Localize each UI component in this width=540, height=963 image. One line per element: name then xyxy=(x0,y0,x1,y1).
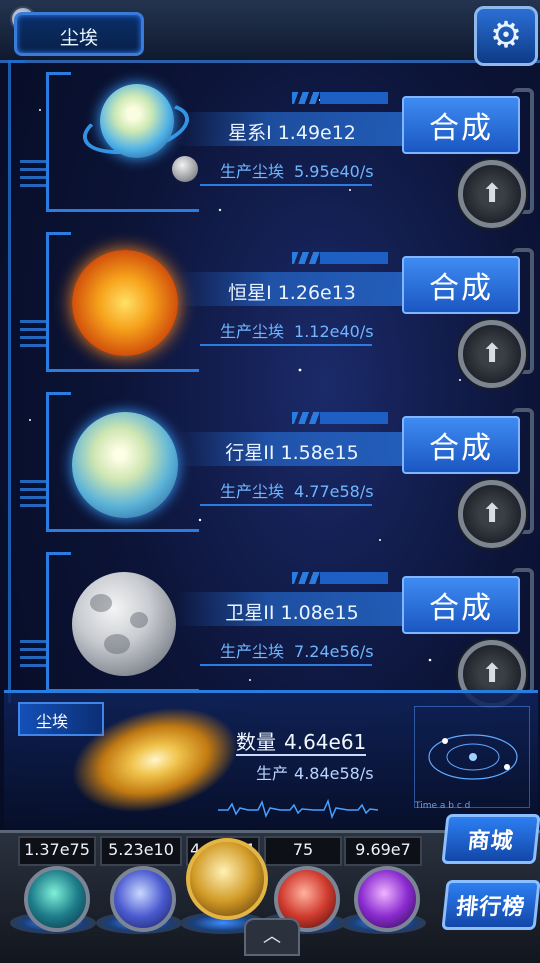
arrow-up-icon: ⬆ xyxy=(481,339,503,369)
shop-button[interactable]: 商城 xyxy=(441,814,540,864)
combine-label: 合成 xyxy=(429,591,493,626)
production-label: 生产尘埃 xyxy=(220,482,285,501)
underline-decoration xyxy=(200,184,372,186)
list-item: 星系I 1.49e12 生产尘埃 5.95e40/s 合成 ⬆ xyxy=(0,60,540,228)
item-production: 生产尘埃 7.24e56/s xyxy=(220,638,374,662)
combine-button[interactable]: 合成 xyxy=(402,96,520,154)
circuit-decoration xyxy=(20,320,46,350)
combine-button[interactable]: 合成 xyxy=(402,416,520,474)
production-value: 7.24e56/s xyxy=(294,642,374,661)
circuit-decoration xyxy=(20,480,46,510)
item-name: 星系I 1.49e12 xyxy=(228,122,356,144)
leaderboard-label: 排行榜 xyxy=(454,895,527,920)
item-name: 恒星I 1.26e13 xyxy=(228,282,356,304)
orb-count: 9.69e7 xyxy=(344,836,422,866)
orb-count: 1.37e75 xyxy=(18,836,96,866)
stripe-decoration xyxy=(292,92,388,104)
quantity-underline xyxy=(236,754,366,756)
item-production: 生产尘埃 5.95e40/s xyxy=(220,158,374,182)
leaderboard-button[interactable]: 排行榜 xyxy=(441,880,540,930)
stripe-decoration xyxy=(292,252,388,264)
orbit-diagram: Time a b c d xyxy=(414,706,530,811)
settings-button[interactable]: ⚙ xyxy=(474,6,538,66)
dust-label: 尘埃 xyxy=(36,712,69,731)
top-bar: 尘埃 ⚙ xyxy=(0,0,540,66)
shop-label: 商城 xyxy=(466,829,516,854)
upgrade-button[interactable]: ⬆ xyxy=(458,480,526,548)
waveform-decoration xyxy=(218,798,378,820)
item-production: 生产尘埃 4.77e58/s xyxy=(220,478,374,502)
vortex-orb-icon[interactable] xyxy=(354,866,420,932)
combine-button[interactable]: 合成 xyxy=(402,256,520,314)
dust-title-badge: 尘埃 xyxy=(14,12,144,56)
upgrade-button[interactable]: ⬆ xyxy=(458,320,526,388)
production-label: 生产尘埃 xyxy=(220,322,285,341)
star-icon xyxy=(72,250,178,356)
arrow-up-icon: ⬆ xyxy=(481,179,503,209)
combine-label: 合成 xyxy=(429,431,493,466)
underline-decoration xyxy=(200,504,372,506)
dust-orb-icon[interactable] xyxy=(186,838,268,920)
production-value: 5.95e40/s xyxy=(294,162,374,181)
crater xyxy=(90,594,112,612)
item-production: 生产尘埃 1.12e40/s xyxy=(220,318,374,342)
upgrade-button[interactable]: ⬆ xyxy=(458,160,526,228)
chevron-up-icon: ︿ xyxy=(263,926,281,947)
dust-quantity: 数量 4.64e61 xyxy=(236,726,366,755)
gear-icon: ⚙ xyxy=(489,15,523,56)
moon-icon xyxy=(72,572,176,676)
stripe-decoration xyxy=(292,412,388,424)
arrow-up-icon: ⬆ xyxy=(481,659,503,689)
combine-label: 合成 xyxy=(429,271,493,306)
orbit-axis-label: Time a b c d xyxy=(415,801,471,811)
orbit-icon xyxy=(428,734,518,780)
moonlet-icon xyxy=(172,156,198,182)
production-value: 4.77e58/s xyxy=(294,482,374,501)
item-name: 行星II 1.58e15 xyxy=(225,442,359,464)
dust-production: 生产 4.84e58/s xyxy=(256,760,374,784)
molecule-orb-icon[interactable] xyxy=(24,866,90,932)
combine-label: 合成 xyxy=(429,111,493,146)
lightning-orb-icon[interactable] xyxy=(110,866,176,932)
planet-icon xyxy=(72,412,178,518)
dust-quantity-value: 4.64e61 xyxy=(284,730,367,754)
expand-button[interactable]: ︿ xyxy=(244,918,300,956)
galaxy-icon xyxy=(100,84,174,158)
production-label: 生产尘埃 xyxy=(220,642,285,661)
orb-count: 5.23e10 xyxy=(100,836,182,866)
stripe-decoration xyxy=(292,572,388,584)
orb-count: 75 xyxy=(264,836,342,866)
circuit-decoration xyxy=(20,160,46,190)
crater xyxy=(130,612,148,628)
crater xyxy=(104,634,130,654)
page-title: 尘埃 xyxy=(59,27,98,49)
dust-production-value: 4.84e58/s xyxy=(294,764,374,783)
production-value: 1.12e40/s xyxy=(294,322,374,341)
dust-production-label: 生产 xyxy=(256,764,289,783)
combine-button[interactable]: 合成 xyxy=(402,576,520,634)
underline-decoration xyxy=(200,344,372,346)
underline-decoration xyxy=(200,664,372,666)
dust-quantity-label: 数量 xyxy=(236,730,276,754)
production-label: 生产尘埃 xyxy=(220,162,285,181)
circuit-decoration xyxy=(20,640,46,670)
item-name: 卫星II 1.08e15 xyxy=(225,602,359,624)
arrow-up-icon: ⬆ xyxy=(481,499,503,529)
